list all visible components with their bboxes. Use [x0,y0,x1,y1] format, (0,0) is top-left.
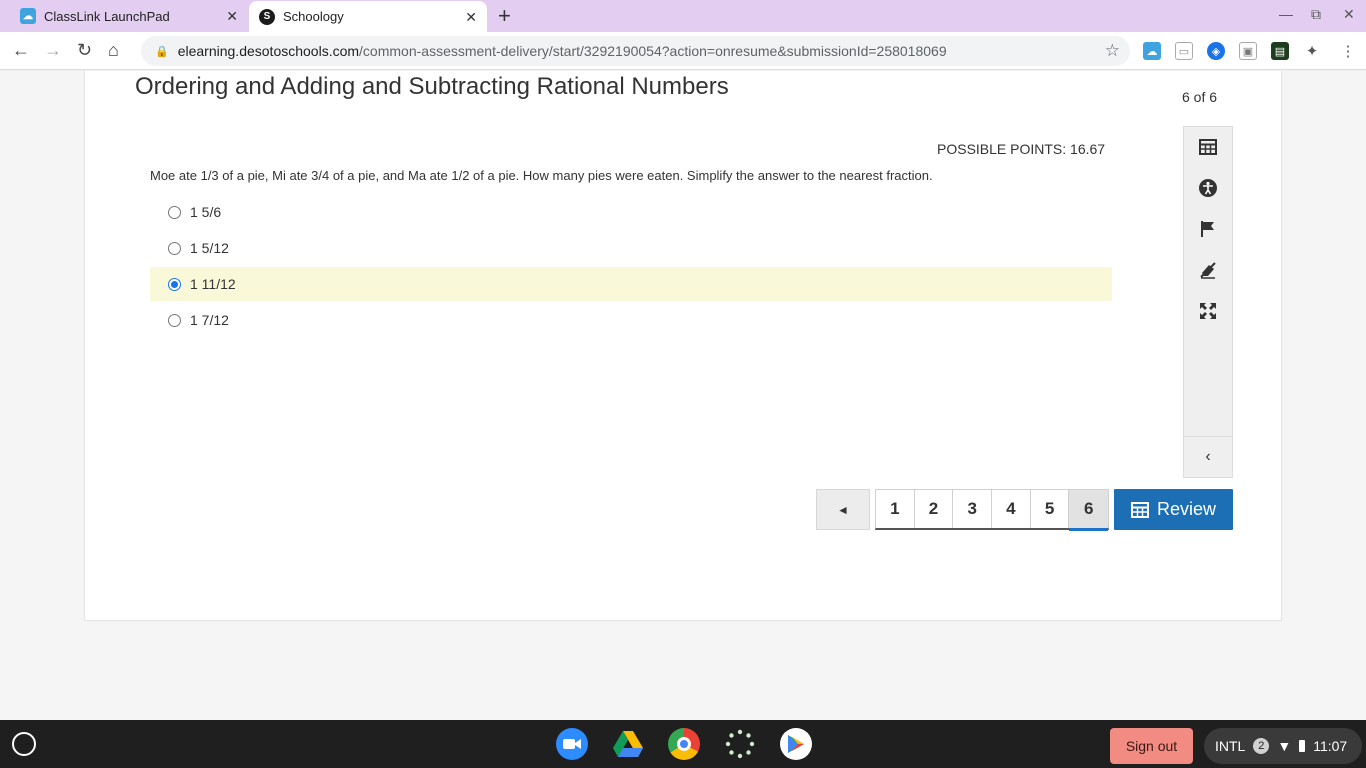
zoom-app-icon[interactable] [556,728,588,760]
url-path: /common-assessment-delivery/start/329219… [359,43,947,59]
radio-button[interactable] [168,205,181,219]
classlink-extension-icon[interactable]: ☁ [1143,42,1161,60]
keyboard-layout: INTL [1215,738,1246,754]
accessibility-button[interactable] [1184,168,1232,208]
url-host: elearning.desotoschools.com [177,43,360,59]
calculator-button[interactable] [1184,127,1232,167]
play-store-icon[interactable] [780,728,812,760]
page-button-4[interactable]: 4 [992,490,1031,528]
radio-button[interactable] [168,313,181,327]
launcher-icon[interactable] [12,732,36,756]
tools-panel: ‹ [1183,126,1233,478]
fullscreen-button[interactable] [1184,291,1232,331]
page: Ordering and Adding and Subtracting Rati… [0,71,1366,720]
calendar-grid-icon [1130,501,1149,518]
page-button-2[interactable]: 2 [914,490,954,528]
reload-icon[interactable]: ↻ [77,40,92,60]
browser-toolbar: ← → ↻ ⌂ 🔒 elearning.desotoschools.com/co… [0,32,1366,70]
review-button[interactable]: Review [1114,489,1233,530]
page-button-1[interactable]: 1 [876,490,915,528]
eliminate-answer-button[interactable] [1184,250,1232,290]
question-text: Moe ate 1/3 of a pie, Mi ate 3/4 of a pi… [150,168,933,183]
close-window-icon[interactable]: ✕ [1343,6,1355,23]
flag-button[interactable] [1184,209,1232,249]
home-icon[interactable]: ⌂ [108,40,119,60]
assessment-title: Ordering and Adding and Subtracting Rati… [135,73,729,100]
close-icon[interactable]: ✕ [465,9,477,25]
cast-extension-icon[interactable]: ▭ [1175,42,1193,60]
choice-label: 1 5/6 [190,204,222,220]
question-counter: 6 of 6 [1182,89,1218,105]
battery-icon [1299,740,1306,752]
os-shelf: Sign out INTL 2 ▼ 11:07 [0,720,1366,768]
choice-1[interactable]: 1 5/6 [150,195,1112,229]
radio-button[interactable] [168,241,181,255]
app-extension-icon[interactable]: ▤ [1271,42,1289,60]
new-tab-icon[interactable]: + [498,4,511,28]
wifi-icon: ▼ [1277,738,1292,754]
forward-icon[interactable]: → [44,40,62,60]
clock: 11:07 [1313,738,1348,754]
radio-button[interactable] [168,277,181,291]
browser-tabstrip: ☁ ClassLink LaunchPad ✕ S Schoology ✕ + … [0,0,1366,32]
menu-kebab-icon[interactable]: ⋮ [1339,42,1357,60]
google-drive-icon[interactable] [612,728,644,760]
choice-label: 1 5/12 [190,240,229,256]
review-label: Review [1156,499,1217,519]
tab-classlink[interactable]: ☁ ClassLink LaunchPad ✕ [8,0,248,32]
address-bar[interactable]: 🔒 elearning.desotoschools.com/common-ass… [141,36,1130,66]
loading-app-icon[interactable] [724,728,756,760]
tab-title: ClassLink LaunchPad [44,8,170,24]
choice-2[interactable]: 1 5/12 [150,231,1112,265]
previous-button[interactable]: ◄ [816,489,870,530]
choice-label: 1 7/12 [190,312,229,328]
eraser-icon [1200,262,1216,279]
back-icon[interactable]: ← [12,40,30,60]
question-pager: 1 2 3 4 5 6 [875,489,1110,531]
page-button-5[interactable]: 5 [1030,490,1070,528]
notification-badge: 2 [1253,738,1270,754]
cloud-icon: ☁ [20,8,36,24]
page-button-6[interactable]: 6 [1069,490,1109,531]
close-icon[interactable]: ✕ [226,8,238,24]
sign-out-button[interactable]: Sign out [1110,728,1193,764]
choice-4[interactable]: 1 7/12 [150,303,1112,337]
page-button-3[interactable]: 3 [953,490,993,528]
puzzle-extensions-icon[interactable]: ✦ [1303,42,1321,60]
accessibility-icon [1199,179,1217,197]
expand-icon [1200,303,1216,319]
flag-icon [1201,221,1214,237]
restore-icon[interactable]: ⧉ [1311,6,1321,23]
choice-label: 1 11/12 [190,276,236,292]
tab-title: Schoology [283,9,344,24]
chrome-icon[interactable] [668,728,700,760]
screen-extension-icon[interactable]: ▣ [1239,42,1257,60]
lock-icon[interactable]: 🔒 [155,45,169,58]
assessment-card: Ordering and Adding and Subtracting Rati… [84,71,1282,621]
system-tray[interactable]: INTL 2 ▼ 11:07 [1204,728,1362,764]
calculator-icon [1199,139,1217,155]
tab-schoology[interactable]: S Schoology ✕ [249,1,487,32]
schoology-icon: S [259,8,275,25]
shield-extension-icon[interactable]: ◈ [1207,42,1225,60]
triangle-left-icon: ◄ [837,502,849,517]
bookmark-star-icon[interactable]: ☆ [1105,41,1120,61]
collapse-panel-button[interactable]: ‹ [1184,436,1232,477]
minimize-icon[interactable]: — [1279,6,1293,22]
possible-points: POSSIBLE POINTS: 16.67 [937,141,1106,157]
choice-3[interactable]: 1 11/12 [150,267,1112,301]
chevron-left-icon: ‹ [1205,448,1211,465]
